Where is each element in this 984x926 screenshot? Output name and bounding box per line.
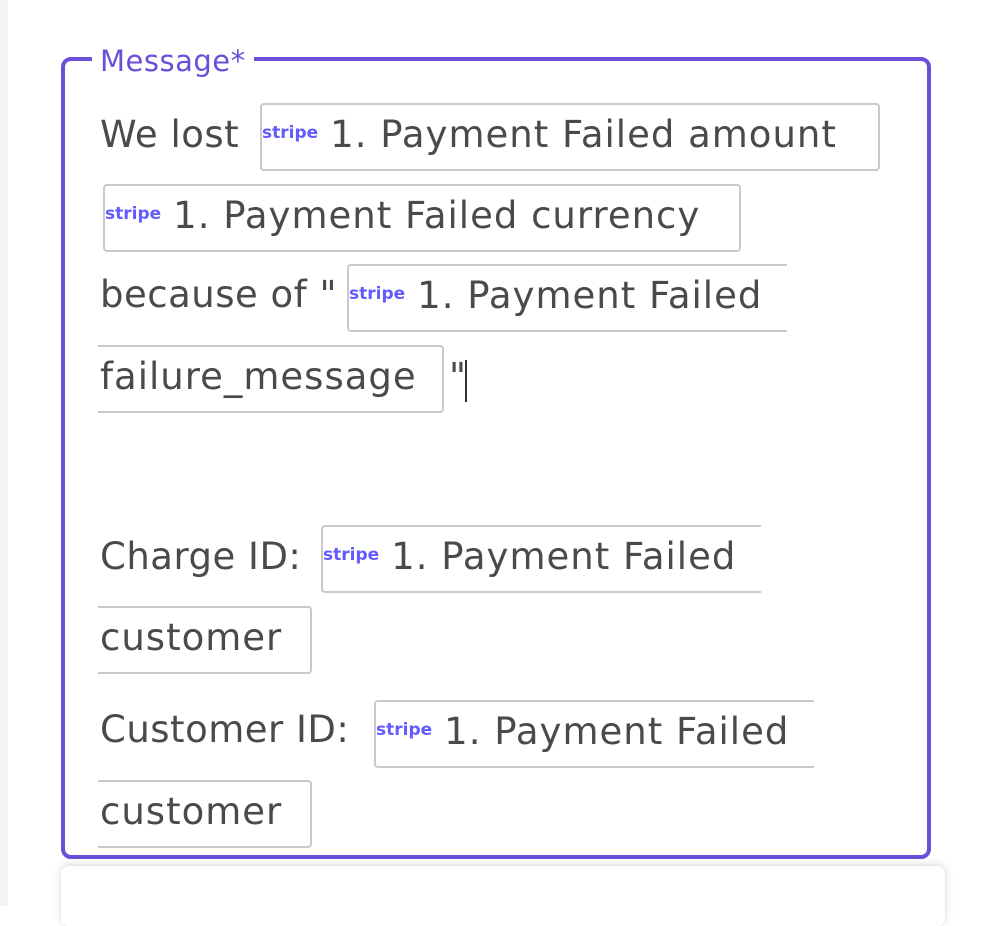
token-payment-failed-currency[interactable]: stripe 1. Payment Failed currency [103, 184, 741, 252]
message-text-because-of: because of " [100, 273, 337, 316]
token-label: customer [100, 616, 283, 659]
text-cursor [465, 360, 467, 402]
message-text-closing-quote: " [449, 355, 467, 398]
token-label: 1. Payment Failed [417, 274, 763, 317]
token-label: 1. Payment Failed currency [173, 194, 701, 237]
token-payment-failed-customer-2[interactable]: stripe 1. Payment Failed [374, 700, 814, 768]
token-payment-failed-failure-message-continued[interactable]: failure_message [98, 345, 444, 413]
token-payment-failed-customer-2-continued[interactable]: customer [98, 780, 312, 848]
token-payment-failed-failure-message[interactable]: stripe 1. Payment Failed [347, 264, 787, 332]
sidebar-edge [0, 0, 8, 906]
token-payment-failed-customer[interactable]: stripe 1. Payment Failed [321, 525, 761, 593]
stripe-icon: stripe [349, 283, 406, 304]
stripe-icon: stripe [105, 203, 162, 224]
stripe-icon: stripe [262, 122, 319, 143]
message-text-we-lost: We lost [100, 113, 240, 156]
token-label: 1. Payment Failed [444, 710, 790, 753]
token-payment-failed-customer-continued[interactable]: customer [98, 606, 312, 674]
token-payment-failed-amount[interactable]: stripe 1. Payment Failed amount [260, 103, 880, 171]
token-label: 1. Payment Failed [391, 535, 737, 578]
stripe-icon: stripe [323, 544, 380, 565]
message-text-customer-id: Customer ID: [100, 708, 350, 751]
message-text-charge-id: Charge ID: [100, 535, 302, 578]
token-label: failure_message [100, 355, 417, 398]
stripe-icon: stripe [376, 719, 433, 740]
token-label: customer [100, 790, 283, 833]
token-label: 1. Payment Failed amount [330, 113, 837, 156]
message-field-label: Message* [92, 42, 254, 80]
suggestion-dropdown[interactable] [61, 866, 945, 926]
